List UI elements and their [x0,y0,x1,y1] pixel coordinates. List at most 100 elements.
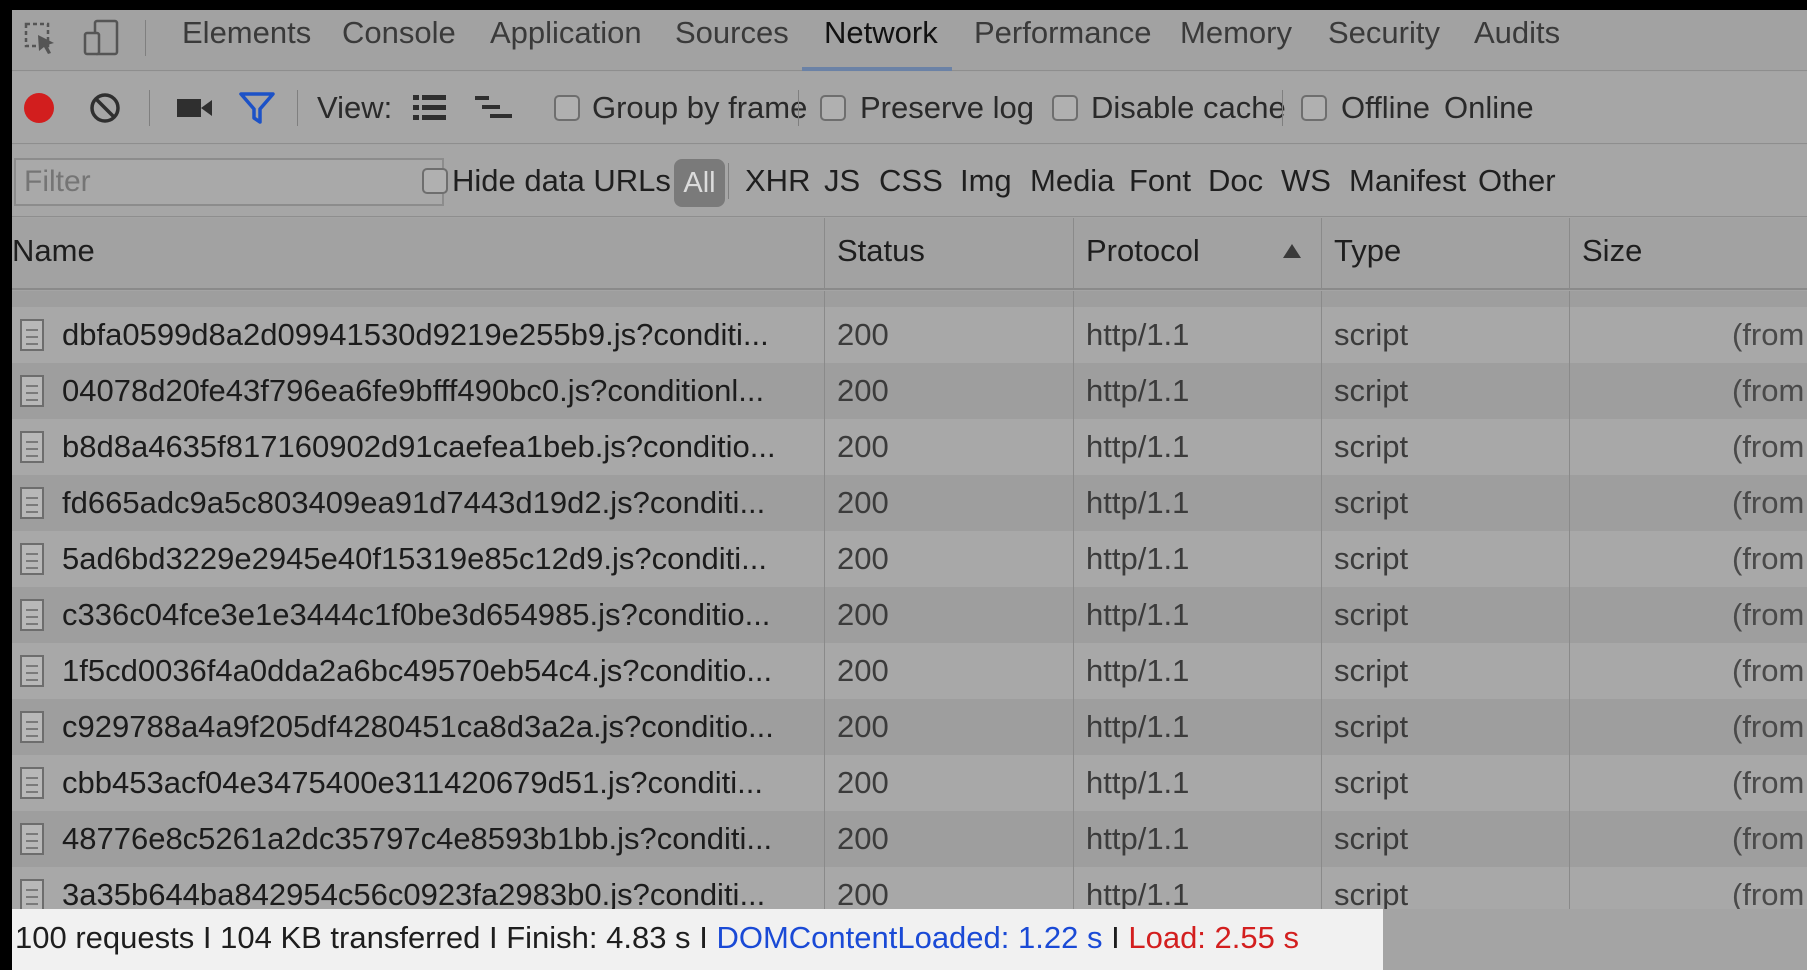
table-row[interactable]: 04078d20fe43f796ea6fe9bfff490bc0.js?cond… [12,363,1807,419]
filter-type-css[interactable]: CSS [879,145,943,217]
request-protocol: http/1.1 [1086,485,1190,520]
column-divider [1073,755,1074,811]
column-divider[interactable] [1321,218,1322,288]
column-header-name[interactable]: Name [12,218,95,284]
column-divider [1569,363,1570,419]
tab-elements[interactable]: Elements [182,10,311,71]
column-divider [824,811,825,867]
request-size: (from [1732,317,1805,352]
filter-type-js[interactable]: JS [824,145,860,217]
file-icon [20,543,44,575]
offline-checkbox[interactable] [1301,95,1327,121]
filter-type-font[interactable]: Font [1129,145,1191,217]
filter-type-all[interactable]: All [674,159,725,207]
column-divider [1569,475,1570,531]
column-divider [824,307,825,363]
view-label: View: [317,90,393,125]
request-type: script [1334,765,1409,800]
table-row[interactable]: c929788a4a9f205df4280451ca8d3a2a.js?cond… [12,699,1807,755]
filter-type-manifest[interactable]: Manifest [1349,145,1466,217]
column-header-status[interactable]: Status [837,218,925,284]
column-divider [824,475,825,531]
column-divider [1321,475,1322,531]
column-divider[interactable] [824,218,825,288]
table-row[interactable]: 48776e8c5261a2dc35797c4e8593b1bb.js?cond… [12,811,1807,867]
request-status: 200 [837,653,889,688]
table-row[interactable]: cbb453acf04e3475400e311420679d51.js?cond… [12,755,1807,811]
filter-type-img[interactable]: Img [960,145,1012,217]
column-header-protocol[interactable]: Protocol [1086,218,1200,284]
request-status: 200 [837,485,889,520]
request-name: dbfa0599d8a2d09941530d9219e255b9.js?cond… [62,317,769,352]
filter-icon[interactable] [238,90,276,131]
offline-label[interactable]: Offline [1341,72,1430,144]
throttling-select[interactable]: Online [1444,72,1534,144]
table-row[interactable]: b8d8a4635f817160902d91caefea1beb.js?cond… [12,419,1807,475]
group-by-frame-label[interactable]: Group by frame [592,72,807,144]
file-icon [20,655,44,687]
column-header-size[interactable]: Size [1582,218,1642,284]
column-divider [1569,811,1570,867]
filter-type-ws[interactable]: WS [1281,145,1331,217]
column-divider [1569,755,1570,811]
request-protocol: http/1.1 [1086,541,1190,576]
filter-type-xhr[interactable]: XHR [745,145,810,217]
column-divider [824,363,825,419]
column-divider [1073,699,1074,755]
table-row[interactable]: c336c04fce3e1e3444c1f0be3d654985.js?cond… [12,587,1807,643]
tab-security[interactable]: Security [1328,10,1440,71]
table-row[interactable]: dbfa0599d8a2d09941530d9219e255b9.js?cond… [12,307,1807,363]
table-row[interactable]: fd665adc9a5c803409ea91d7443d19d2.js?cond… [12,475,1807,531]
tab-console[interactable]: Console [342,10,456,71]
filter-type-other[interactable]: Other [1478,145,1556,217]
request-type: script [1334,653,1409,688]
status-separator: I [202,920,212,955]
table-row[interactable]: 1f5cd0036f4a0dda2a6bc49570eb54c4.js?cond… [12,643,1807,699]
list-view-icon[interactable] [412,92,448,129]
request-name: 1f5cd0036f4a0dda2a6bc49570eb54c4.js?cond… [62,653,773,688]
column-divider[interactable] [1073,218,1074,288]
preserve-log-checkbox[interactable] [820,95,846,121]
group-by-frame-checkbox[interactable] [554,95,580,121]
preserve-log-label[interactable]: Preserve log [860,72,1034,144]
request-status: 200 [837,373,889,408]
filter-input[interactable] [14,158,444,206]
tab-application[interactable]: Application [490,10,642,71]
request-protocol: http/1.1 [1086,877,1190,909]
request-size: (from [1732,429,1805,464]
file-icon [20,711,44,743]
record-icon[interactable] [22,91,56,130]
request-name: c929788a4a9f205df4280451ca8d3a2a.js?cond… [62,709,774,744]
column-divider [1073,867,1074,909]
table-row-partial[interactable] [12,291,1807,307]
column-divider [824,419,825,475]
request-protocol: http/1.1 [1086,765,1190,800]
status-requests: 100 requests [15,920,195,955]
tab-performance[interactable]: Performance [974,10,1151,71]
table-row[interactable]: 5ad6bd3229e2945e40f15319e85c12d9.js?cond… [12,531,1807,587]
tab-sources[interactable]: Sources [675,10,789,71]
disable-cache-label[interactable]: Disable cache [1091,72,1286,144]
column-divider[interactable] [1569,218,1570,288]
hide-data-urls-checkbox[interactable] [422,168,448,194]
select-element-icon[interactable] [24,22,58,56]
request-status: 200 [837,877,889,909]
column-header-type[interactable]: Type [1334,218,1401,284]
disable-cache-checkbox[interactable] [1052,95,1078,121]
device-toolbar-icon[interactable] [82,18,122,58]
waterfall-view-icon[interactable] [474,92,514,129]
tab-memory[interactable]: Memory [1180,10,1292,71]
tab-audits[interactable]: Audits [1474,10,1560,71]
tab-network[interactable]: Network [824,10,938,71]
toolbar-divider [149,90,150,126]
filter-type-doc[interactable]: Doc [1208,145,1263,217]
clear-icon[interactable] [88,91,122,130]
column-divider [1321,755,1322,811]
screenshot-icon[interactable] [176,94,214,127]
table-row[interactable]: 3a35b644ba842954c56c0923fa2983b0.js?cond… [12,867,1807,909]
status-bar: 100 requests I 104 KB transferred I Fini… [12,909,1383,970]
filter-type-media[interactable]: Media [1030,145,1114,217]
network-toolbar: View: Group by frame Preserve log Disabl… [12,72,1807,144]
hide-data-urls-label[interactable]: Hide data URLs [452,145,671,217]
request-size: (from [1732,597,1805,632]
